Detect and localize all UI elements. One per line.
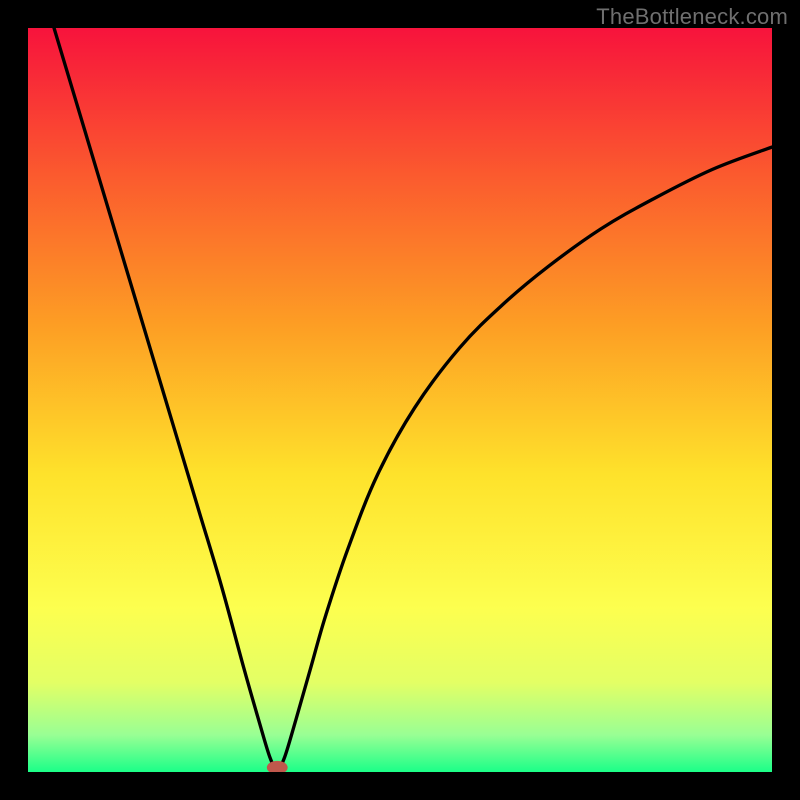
plot-area	[28, 28, 772, 772]
chart-frame: TheBottleneck.com	[0, 0, 800, 800]
watermark-text: TheBottleneck.com	[596, 4, 788, 30]
gradient-background	[28, 28, 772, 772]
chart-svg	[28, 28, 772, 772]
